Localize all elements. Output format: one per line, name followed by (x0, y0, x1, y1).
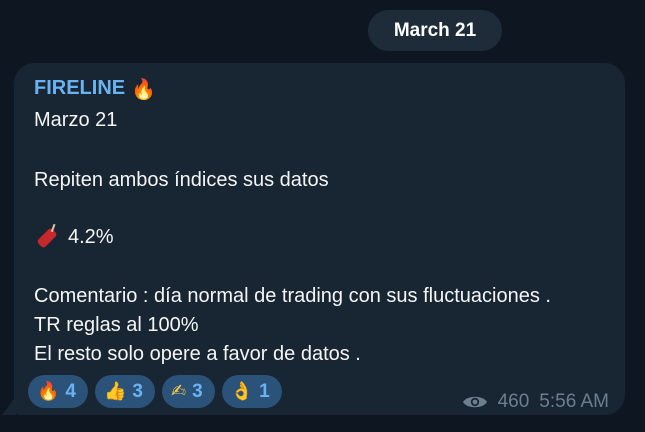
stat-value: 4.2% (68, 225, 114, 248)
date-separator: March 21 (368, 10, 502, 51)
message-time: 5:56 AM (539, 391, 609, 412)
dynamite-icon (34, 223, 62, 249)
reaction-count: 4 (65, 380, 76, 402)
reactions-bar: 🔥 4 👍 3 ✍ 3 👌 1 (28, 375, 282, 408)
reaction-ok-hand[interactable]: 👌 1 (221, 375, 282, 408)
message-date-line: Marzo 21 (34, 109, 118, 131)
fire-icon: 🔥 (131, 76, 157, 101)
reaction-thumbs-up[interactable]: 👍 3 (95, 375, 155, 408)
message-bubble[interactable]: FIRELINE 🔥 Marzo 21 Repiten ambos índice… (14, 63, 625, 415)
eye-icon (462, 396, 487, 408)
comment-line: El resto solo opere a favor de datos . (34, 343, 361, 365)
sender-name[interactable]: FIRELINE (34, 77, 125, 100)
stat-line: 4.2% (34, 223, 114, 249)
fire-icon: 🔥 (37, 381, 60, 402)
ok-hand-icon: 👌 (230, 381, 254, 402)
comment-line: TR reglas al 100% (34, 314, 199, 336)
message-meta: 460 5:56 AM (462, 391, 609, 413)
view-count: 460 (497, 391, 530, 412)
writing-hand-icon: ✍ (171, 381, 187, 402)
comment-line: Comentario : día normal de trading con s… (34, 285, 551, 307)
reaction-count: 3 (192, 380, 203, 402)
reaction-fire[interactable]: 🔥 4 (28, 375, 88, 408)
reaction-writing-hand[interactable]: ✍ 3 (162, 375, 215, 408)
reaction-count: 1 (259, 380, 270, 402)
reaction-count: 3 (132, 380, 143, 402)
message-header: FIRELINE 🔥 (34, 77, 156, 100)
thumbs-up-icon: 👍 (104, 381, 127, 402)
message-text-line: Repiten ambos índices sus datos (34, 169, 329, 191)
